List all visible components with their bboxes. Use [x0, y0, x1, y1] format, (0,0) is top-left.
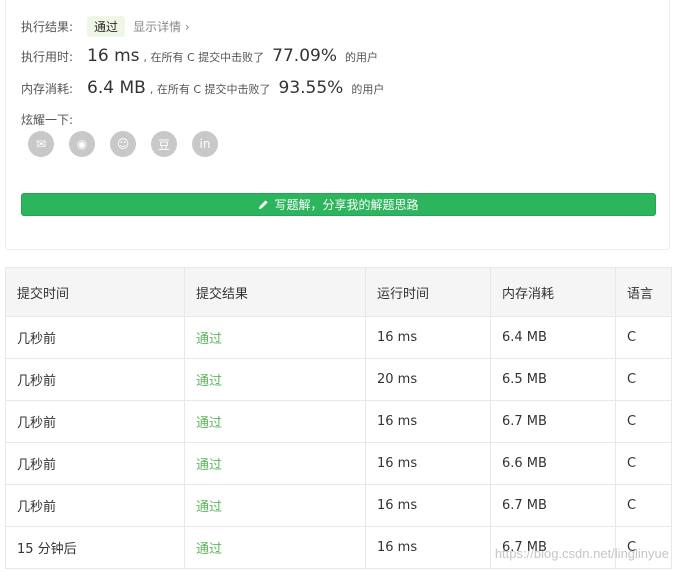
cell-memory: 6.4 MB — [490, 316, 616, 359]
runtime-value: 16 ms — [87, 46, 140, 66]
cell-language: C — [615, 442, 672, 485]
runtime-label: 执行用时: — [21, 50, 74, 64]
memory-suffix: 的用户 — [351, 83, 385, 96]
qq-icon[interactable]: ☺ — [110, 131, 136, 157]
result-row: 执行结果: 通过 显示详情 › — [21, 16, 190, 37]
memory-row: 内存消耗: 6.4 MB , 在所有 C 提交中击败了 93.55% 的用户 — [21, 78, 384, 98]
cell-time: 几秒前 — [5, 484, 185, 527]
cell-runtime: 16 ms — [365, 526, 491, 569]
cell-runtime: 16 ms — [365, 400, 491, 443]
cell-result-link[interactable]: 通过 — [184, 358, 366, 401]
cell-time: 几秒前 — [5, 358, 185, 401]
share-label: 炫耀一下: — [21, 113, 74, 127]
table-row: 几秒前 通过 16 ms 6.7 MB C — [5, 400, 672, 443]
header-submit-result: 提交结果 — [184, 267, 366, 317]
cell-memory: 6.6 MB — [490, 442, 616, 485]
cell-result-link[interactable]: 通过 — [184, 484, 366, 527]
runtime-suffix: 的用户 — [345, 51, 378, 64]
cell-runtime: 16 ms — [365, 316, 491, 359]
table-row: 几秒前 通过 16 ms 6.4 MB C — [5, 316, 672, 359]
wechat-icon[interactable]: ✉ — [28, 131, 54, 157]
watermark: https://blog.csdn.net/linglinyue — [494, 546, 669, 561]
runtime-text: , 在所有 C 提交中击败了 — [143, 51, 265, 64]
cell-memory: 6.7 MB — [490, 400, 616, 443]
cell-result-link[interactable]: 通过 — [184, 316, 366, 359]
cell-runtime: 16 ms — [365, 484, 491, 527]
weibo-icon[interactable]: ◉ — [69, 131, 95, 157]
result-card: 执行结果: 通过 显示详情 › 执行用时: 16 ms , 在所有 C 提交中击… — [5, 0, 670, 250]
table-row: 几秒前 通过 20 ms 6.5 MB C — [5, 358, 672, 401]
cell-language: C — [615, 400, 672, 443]
status-badge: 通过 — [87, 16, 126, 37]
header-submit-time: 提交时间 — [5, 267, 185, 317]
cell-result-link[interactable]: 通过 — [184, 400, 366, 443]
cell-time: 几秒前 — [5, 442, 185, 485]
runtime-percent: 77.09% — [272, 46, 337, 66]
pencil-icon — [259, 200, 269, 210]
linkedin-icon[interactable]: in — [192, 131, 218, 157]
cell-memory: 6.7 MB — [490, 484, 616, 527]
memory-label: 内存消耗: — [21, 82, 74, 96]
cell-time: 几秒前 — [5, 400, 185, 443]
header-language: 语言 — [615, 267, 672, 317]
memory-text: , 在所有 C 提交中击败了 — [149, 83, 271, 96]
cell-runtime: 20 ms — [365, 358, 491, 401]
header-runtime: 运行时间 — [365, 267, 491, 317]
cell-runtime: 16 ms — [365, 442, 491, 485]
write-solution-button[interactable]: 写题解，分享我的解题思路 — [21, 193, 656, 216]
memory-value: 6.4 MB — [87, 78, 146, 98]
share-row: 炫耀一下: — [21, 111, 73, 128]
submissions-table: 提交时间 提交结果 运行时间 内存消耗 语言 几秒前 通过 16 ms 6.4 … — [5, 267, 672, 569]
share-icons: ✉ ◉ ☺ 豆 in — [28, 131, 218, 157]
table-header-row: 提交时间 提交结果 运行时间 内存消耗 语言 — [5, 267, 672, 317]
show-details-link[interactable]: 显示详情 › — [133, 18, 190, 35]
write-solution-label: 写题解，分享我的解题思路 — [274, 198, 419, 212]
cell-time: 15 分钟后 — [5, 526, 185, 569]
douban-icon[interactable]: 豆 — [151, 131, 177, 157]
cell-language: C — [615, 358, 672, 401]
header-memory: 内存消耗 — [490, 267, 616, 317]
cell-language: C — [615, 484, 672, 527]
cell-time: 几秒前 — [5, 316, 185, 359]
table-row: 几秒前 通过 16 ms 6.6 MB C — [5, 442, 672, 485]
cell-result-link[interactable]: 通过 — [184, 442, 366, 485]
cell-result-link[interactable]: 通过 — [184, 526, 366, 569]
table-row: 几秒前 通过 16 ms 6.7 MB C — [5, 484, 672, 527]
memory-percent: 93.55% — [278, 78, 344, 98]
result-label: 执行结果: — [21, 20, 74, 34]
cell-memory: 6.5 MB — [490, 358, 616, 401]
runtime-row: 执行用时: 16 ms , 在所有 C 提交中击败了 77.09% 的用户 — [21, 46, 378, 66]
cell-language: C — [615, 316, 672, 359]
